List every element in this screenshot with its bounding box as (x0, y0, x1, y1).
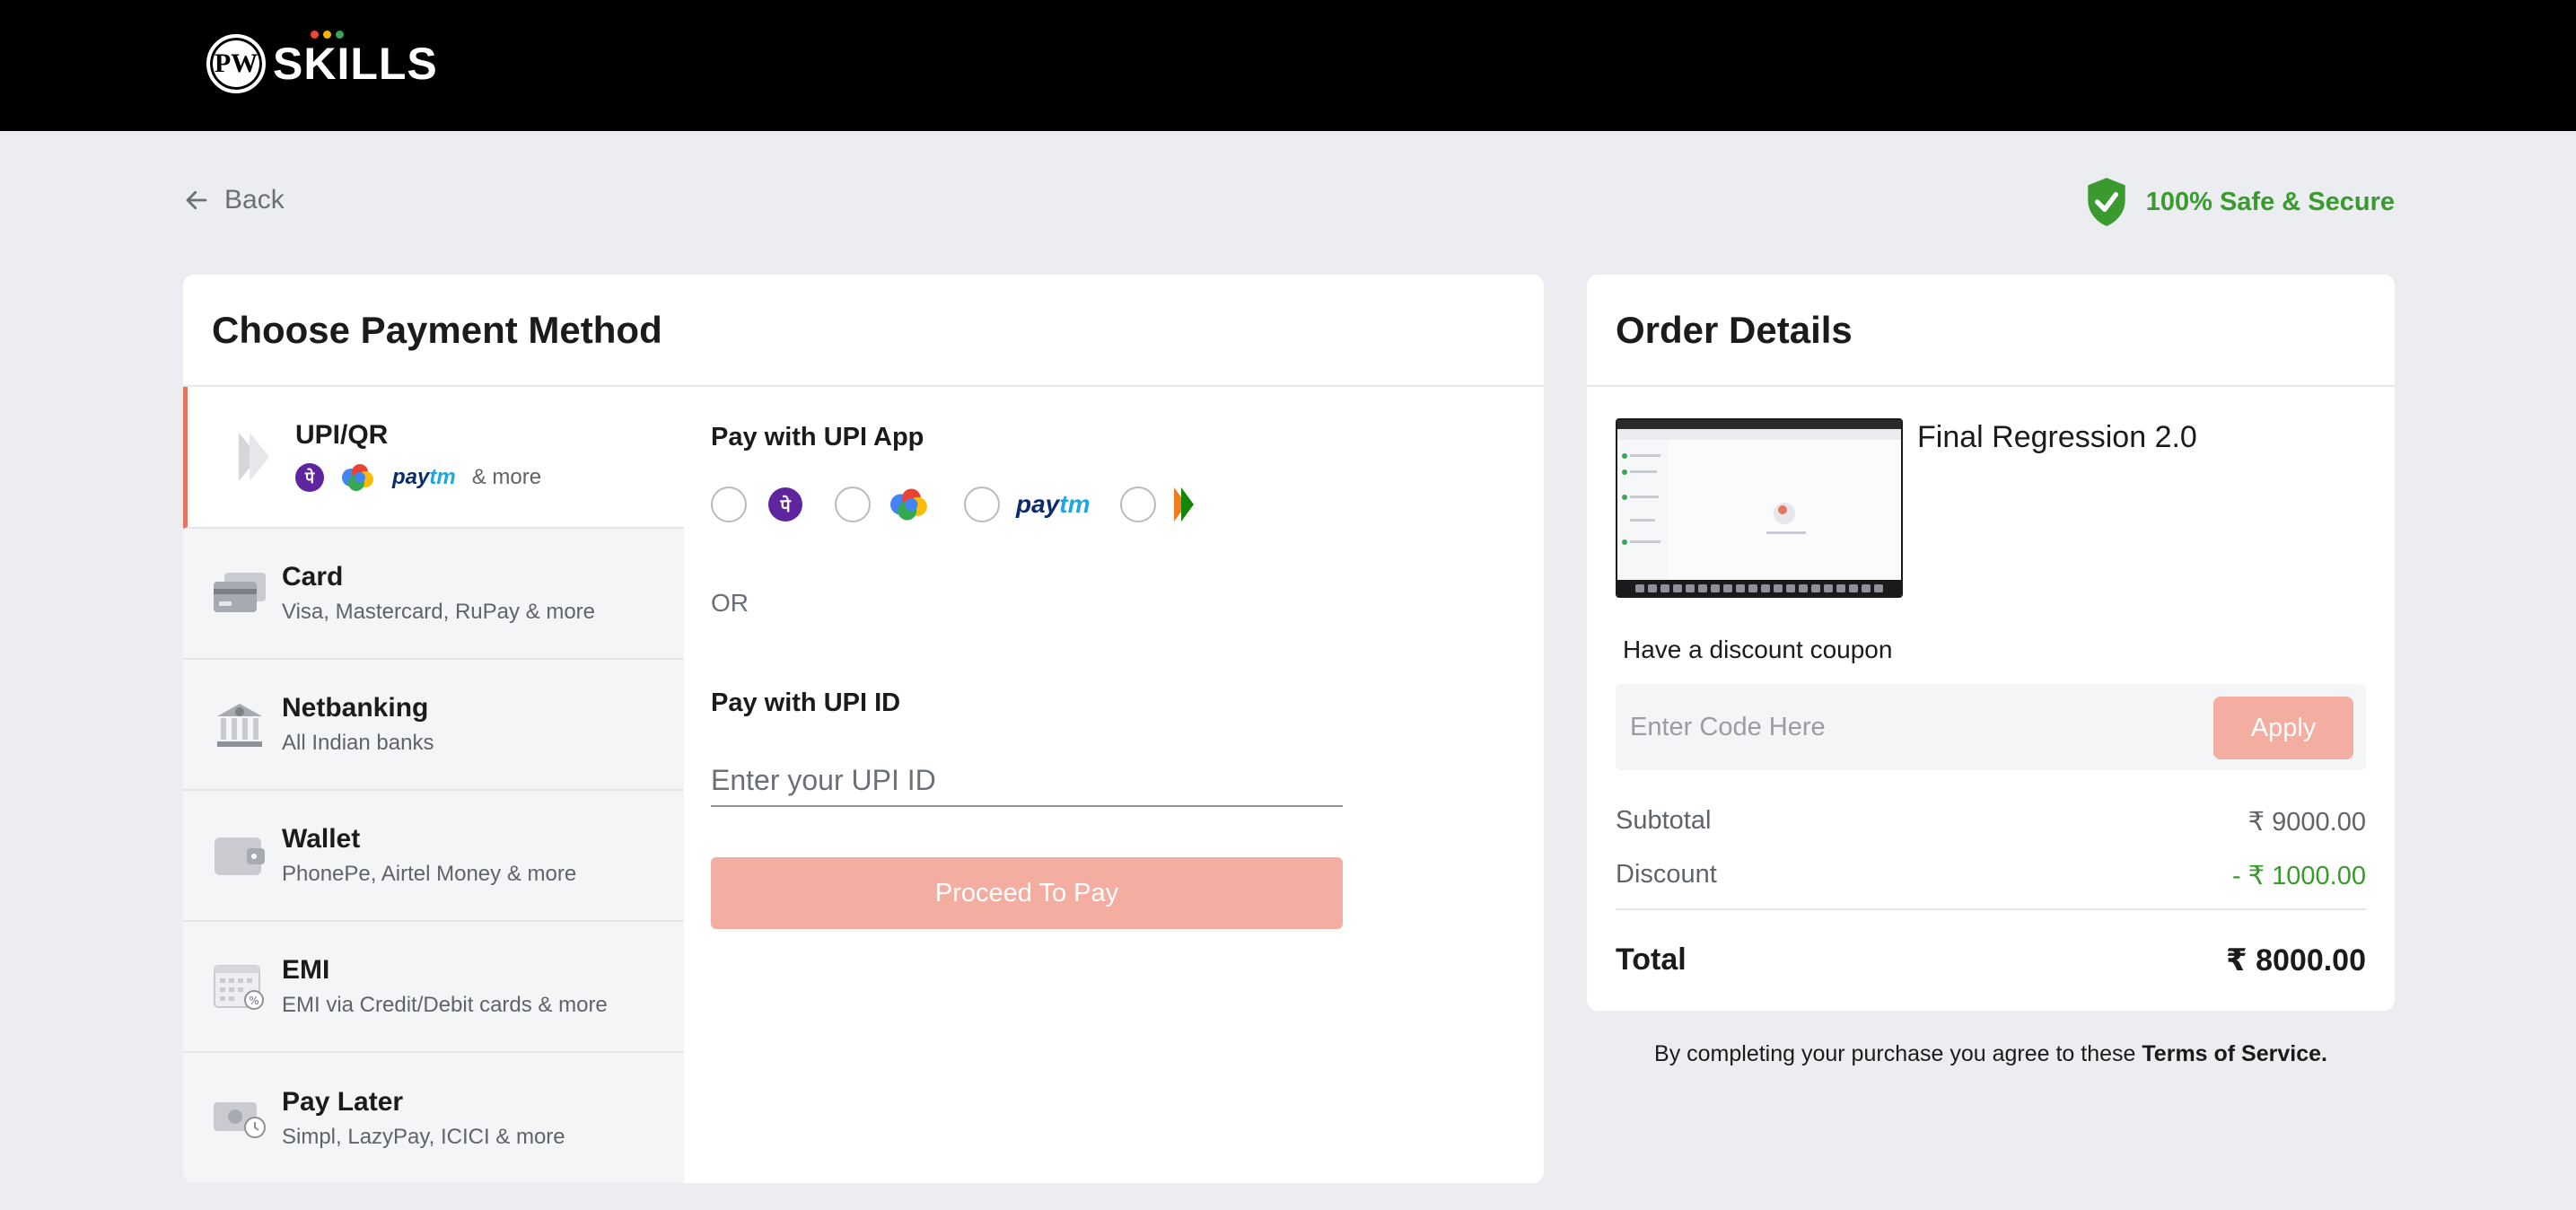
phonepe-icon: पे (295, 463, 324, 492)
logo-text-label: SKILLS (273, 39, 438, 89)
method-title: EMI (282, 955, 330, 985)
method-subtitle: EMI via Credit/Debit cards & more (282, 993, 608, 1017)
pw-logo-mark: PW (206, 34, 266, 93)
arrow-left-icon (186, 190, 207, 210)
terms-text: By completing your purchase you agree to… (1654, 1041, 2142, 1066)
coupon-label: Have a discount coupon (1623, 636, 1893, 663)
payment-method-list: UPI/QR पे paytm & more Card Visa, Master… (183, 387, 684, 1183)
method-upi[interactable]: UPI/QR पे paytm & more (183, 387, 684, 529)
coupon-code-input[interactable] (1630, 702, 2169, 752)
svg-text:%: % (249, 995, 258, 1007)
radio-google-pay[interactable] (835, 487, 871, 522)
method-subtitle: All Indian banks (282, 731, 434, 755)
bhim-icon (1174, 487, 1195, 522)
method-title: Wallet (282, 824, 361, 854)
method-netbanking[interactable]: Netbanking All Indian banks (183, 660, 684, 791)
paytm-icon: paytm (392, 465, 456, 489)
discount-label: Discount (1616, 860, 1717, 889)
summary-divider (1616, 908, 2366, 910)
upi-pay-area: Pay with UPI App पे paytm OR Pay with UP… (711, 387, 1544, 1183)
secure-label: 100% Safe & Secure (2145, 187, 2395, 216)
card-icon (212, 566, 267, 621)
method-title: UPI/QR (295, 420, 389, 450)
method-card[interactable]: Card Visa, Mastercard, RuPay & more (183, 529, 684, 660)
subtotal-row: Subtotal ₹ 9000.00 (1616, 806, 2366, 837)
upi-id-input[interactable] (711, 755, 1343, 807)
method-subtitle: & more (471, 465, 542, 489)
order-title: Order Details (1587, 275, 2395, 387)
logo-text: SKILLS (273, 31, 438, 90)
upi-app-options: पे paytm (711, 486, 1197, 523)
subtotal-value: ₹ 9000.00 (2247, 808, 2366, 837)
coupon-box: Apply (1616, 684, 2366, 770)
bank-icon (212, 697, 267, 752)
course-thumbnail (1616, 418, 1903, 598)
method-pay-later[interactable]: Pay Later Simpl, LazyPay, ICICI & more (183, 1053, 684, 1183)
upi-app-logos: पे paytm & more (295, 461, 541, 494)
upi-icon (225, 429, 281, 485)
order-details-panel: Order Details Final Regression 2.0 Have … (1587, 275, 2395, 1011)
logo-dots (311, 31, 344, 39)
method-subtitle: Simpl, LazyPay, ICICI & more (282, 1125, 565, 1149)
discount-row: Discount - ₹ 1000.00 (1616, 860, 2366, 891)
proceed-to-pay-button[interactable]: Proceed To Pay (711, 857, 1343, 929)
wallet-icon (212, 828, 267, 883)
pay-later-icon (212, 1091, 267, 1146)
or-divider: OR (711, 589, 749, 617)
radio-phonepe[interactable] (711, 487, 747, 522)
shield-check-icon (2088, 178, 2125, 226)
google-pay-icon (890, 488, 927, 521)
pay-with-app-heading: Pay with UPI App (711, 423, 924, 452)
total-label: Total (1616, 943, 1687, 977)
method-wallet[interactable]: Wallet PhonePe, Airtel Money & more (183, 791, 684, 922)
calendar-icon: % (212, 959, 267, 1014)
google-pay-icon (342, 464, 373, 491)
method-subtitle: PhonePe, Airtel Money & more (282, 862, 577, 886)
pay-with-id-heading: Pay with UPI ID (711, 688, 901, 717)
method-emi[interactable]: % EMI EMI via Credit/Debit cards & more (183, 922, 684, 1053)
pw-skills-logo[interactable]: PW SKILLS (206, 31, 438, 93)
method-title: Pay Later (282, 1087, 404, 1117)
subtotal-label: Subtotal (1616, 806, 1712, 835)
method-subtitle: Visa, Mastercard, RuPay & more (282, 600, 596, 624)
total-value: ₹ 8000.00 (2225, 943, 2366, 978)
back-label: Back (224, 185, 285, 215)
back-button[interactable]: Back (183, 185, 285, 215)
radio-bhim[interactable] (1120, 487, 1157, 522)
payment-method-panel: Choose Payment Method UPI/QR पे paytm & … (183, 275, 1544, 1183)
method-title: Card (282, 562, 344, 592)
paytm-icon: paytm (1016, 490, 1091, 518)
payment-title: Choose Payment Method (183, 275, 1544, 387)
total-row: Total ₹ 8000.00 (1616, 943, 2366, 978)
terms-of-service-link[interactable]: Terms of Service. (2142, 1041, 2327, 1066)
radio-paytm[interactable] (964, 487, 1000, 522)
phonepe-icon: पे (768, 487, 802, 522)
discount-value: - ₹ 1000.00 (2231, 862, 2366, 890)
method-title: Netbanking (282, 693, 429, 723)
course-name: Final Regression 2.0 (1917, 420, 2197, 454)
terms-notice: By completing your purchase you agree to… (1587, 1041, 2395, 1067)
apply-coupon-button[interactable]: Apply (2213, 697, 2353, 759)
secure-badge: 100% Safe & Secure (2083, 176, 2395, 228)
top-bar: PW SKILLS (0, 0, 2576, 131)
